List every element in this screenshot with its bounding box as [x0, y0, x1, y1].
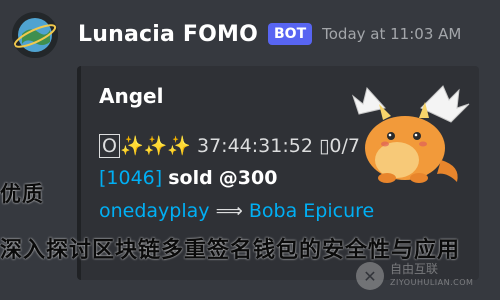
watermark: ✕ 自由互联 ZIYOUHULIAN.COM — [356, 262, 473, 290]
overlay-headline: 深入探讨区块链多重签名钱包的安全性与应用 — [0, 237, 461, 263]
arrow-icon: ⟹ — [215, 200, 243, 222]
avatar[interactable] — [12, 12, 58, 58]
sale-action: sold — [168, 167, 213, 189]
timestamp[interactable]: Today at 11:03 AM — [322, 25, 461, 43]
embed-line-sale: [1046] sold @300 — [99, 167, 277, 189]
timer-prefix: O — [99, 134, 120, 158]
dragon-thumbnail-icon[interactable] — [333, 78, 473, 188]
embed-title: Angel — [99, 84, 164, 108]
watermark-logo-icon: ✕ — [356, 262, 384, 290]
buyer-link[interactable]: Boba Epicure — [249, 200, 374, 222]
sale-id-link[interactable]: [1046] — [99, 167, 162, 189]
sparkles-icon: ✨✨✨ — [119, 135, 191, 157]
watermark-chinese: 自由互联 — [390, 262, 439, 276]
avatar-planet-icon — [12, 12, 58, 58]
seller-link[interactable]: onedayplay — [99, 200, 210, 222]
overlay-tag: 优质 — [0, 181, 44, 206]
chat-message: Lunacia FOMO BOT Today at 11:03 AM Angel… — [0, 0, 500, 300]
watermark-english: ZIYOUHULIAN.COM — [390, 278, 474, 287]
message-header: Lunacia FOMO BOT Today at 11:03 AM — [78, 16, 461, 52]
embed-line-timer: O ✨✨✨ 37:44:31:52 ▯0/7 — [99, 134, 360, 158]
username[interactable]: Lunacia FOMO — [78, 22, 258, 47]
sale-price: @300 — [218, 167, 278, 189]
embed-line-transfer: onedayplay ⟹ Boba Epicure — [99, 200, 374, 222]
bot-badge: BOT — [268, 23, 313, 45]
